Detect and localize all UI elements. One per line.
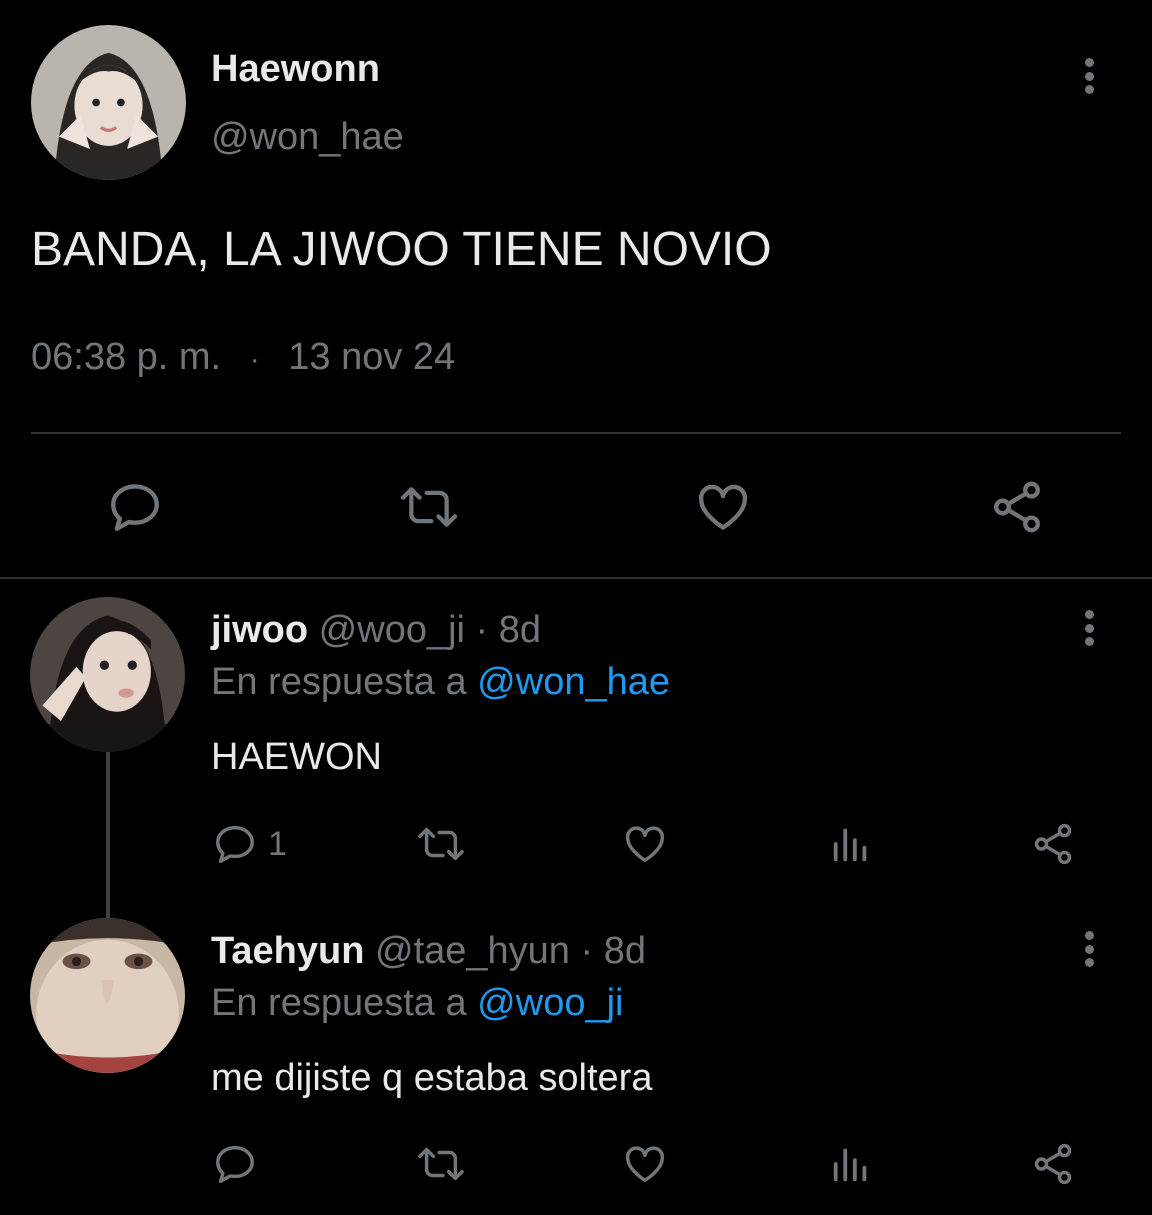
reply-context: En respuesta a @won_hae <box>211 661 670 704</box>
reply-count: 1 <box>268 824 287 863</box>
reply-text: HAEWON <box>211 736 382 778</box>
handle[interactable]: @won_hae <box>211 116 404 159</box>
reply-icon[interactable]: 1 <box>212 821 287 867</box>
display-name[interactable]: Taehyun <box>211 930 364 972</box>
reply-prefix: En respuesta a <box>211 982 467 1024</box>
tweet-meta: 06:38 p. m. · 13 nov 24 <box>31 336 455 379</box>
avatar-haewonn[interactable] <box>31 25 186 180</box>
mention-link[interactable]: @woo_ji <box>477 982 623 1024</box>
reply-icon[interactable] <box>212 1141 258 1187</box>
reply-text: me dijiste q estaba soltera <box>211 1057 653 1099</box>
like-icon[interactable] <box>622 821 668 867</box>
section-divider <box>0 577 1152 579</box>
avatar-taehyun[interactable] <box>30 918 185 1073</box>
retweet-icon[interactable] <box>414 1141 468 1187</box>
tweet-text: BANDA, LA JIWOO TIENE NOVIO <box>31 223 772 276</box>
more-options-icon[interactable] <box>1074 927 1104 971</box>
meta-separator: · <box>249 343 260 376</box>
tweet-time: 06:38 p. m. <box>31 336 222 378</box>
mention-link[interactable]: @won_hae <box>477 661 670 703</box>
thread-line <box>106 752 110 918</box>
display-name[interactable]: jiwoo <box>211 609 308 651</box>
more-options-icon[interactable] <box>1074 54 1104 98</box>
like-icon[interactable] <box>622 1141 668 1187</box>
reply-icon[interactable] <box>106 478 164 536</box>
post-age: · 8d <box>475 609 542 651</box>
avatar-jiwoo[interactable] <box>30 597 185 752</box>
handle[interactable]: @tae_hyun <box>375 930 570 972</box>
reply-header: jiwoo @woo_ji · 8d <box>211 609 541 652</box>
reply-header: Taehyun @tae_hyun · 8d <box>211 930 646 973</box>
retweet-icon[interactable] <box>414 821 468 867</box>
reply-prefix: En respuesta a <box>211 661 467 703</box>
reply-context: En respuesta a @woo_ji <box>211 982 623 1025</box>
divider <box>31 432 1121 434</box>
handle[interactable]: @woo_ji <box>319 609 465 651</box>
post-age: · 8d <box>580 930 646 972</box>
analytics-icon[interactable] <box>828 821 874 867</box>
share-icon[interactable] <box>988 478 1046 536</box>
like-icon[interactable] <box>694 478 752 536</box>
share-icon[interactable] <box>1030 1141 1076 1187</box>
share-icon[interactable] <box>1030 821 1076 867</box>
more-options-icon[interactable] <box>1074 606 1104 650</box>
retweet-icon[interactable] <box>396 478 462 536</box>
analytics-icon[interactable] <box>828 1141 874 1187</box>
display-name[interactable]: Haewonn <box>211 48 380 91</box>
tweet-date: 13 nov 24 <box>288 336 456 378</box>
